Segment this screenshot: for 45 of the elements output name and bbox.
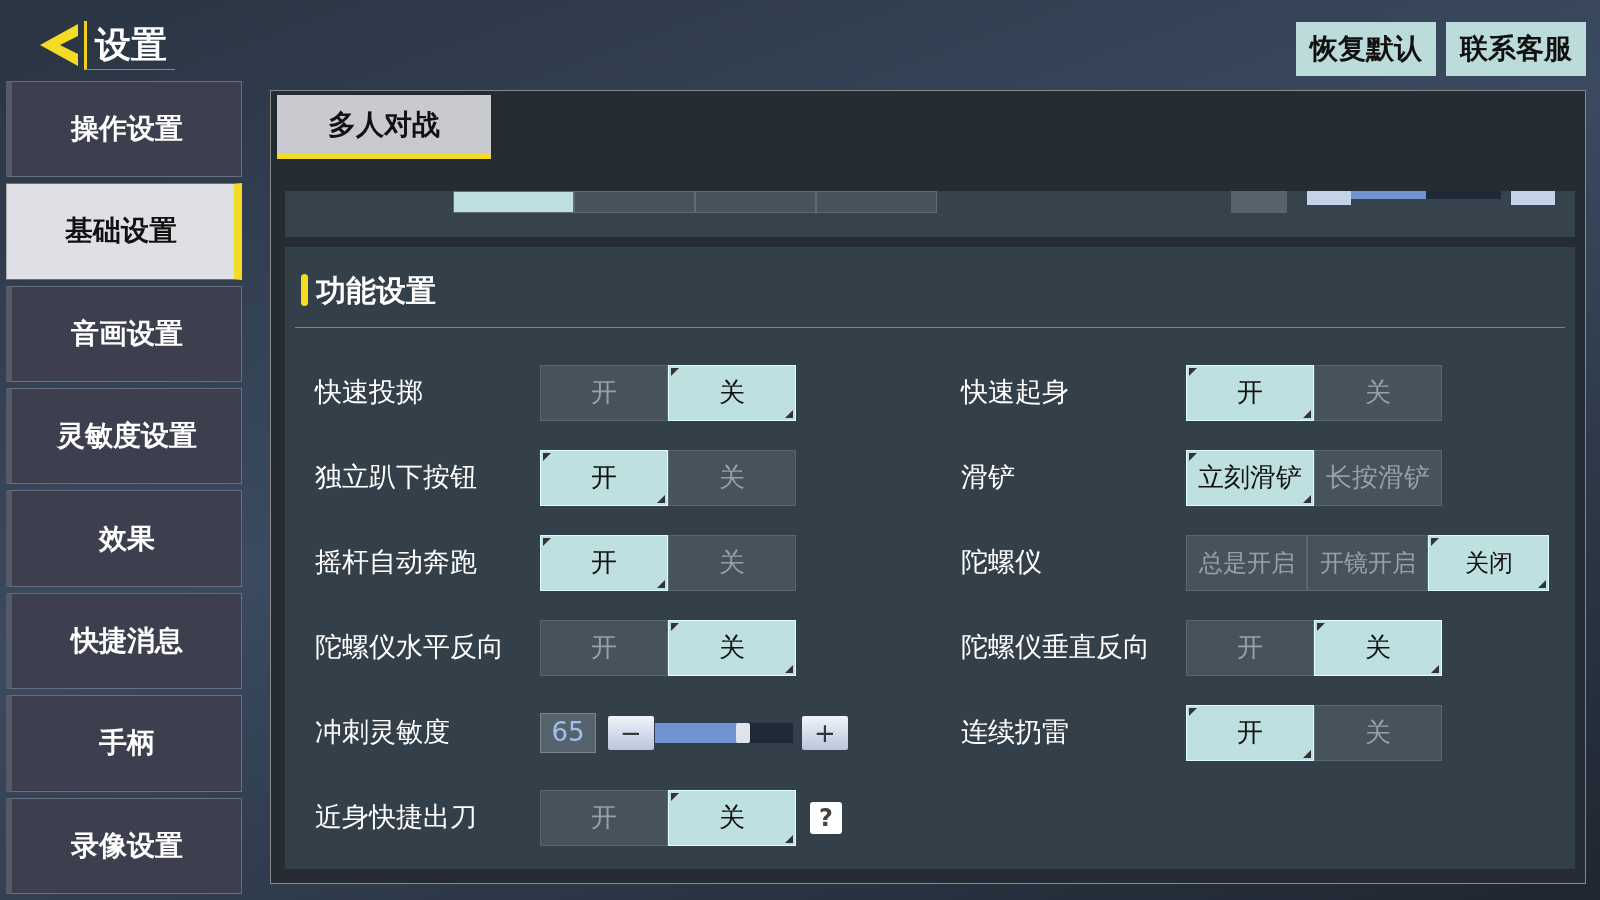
sidebar-item[interactable]: 灵敏度设置 [6, 388, 242, 485]
option-button[interactable]: 开 [540, 449, 668, 506]
sidebar-item[interactable]: 基础设置 [6, 183, 242, 280]
option-button[interactable]: 立刻滑铲 [1186, 449, 1314, 506]
setting-label: 陀螺仪垂直反向 [961, 630, 1151, 665]
value-box [1231, 191, 1287, 213]
setting-label: 快速投掷 [315, 375, 424, 410]
option-button[interactable]: 关 [668, 364, 796, 421]
sidebar-item[interactable]: 音画设置 [6, 285, 242, 382]
section-title: 功能设置 [316, 271, 436, 310]
option-button[interactable]: 关闭 [1428, 534, 1549, 591]
option-button[interactable]: 关 [668, 789, 796, 846]
minus-button[interactable]: − [608, 715, 654, 750]
option-button[interactable]: 关 [668, 619, 796, 676]
option-button[interactable] [453, 191, 574, 213]
tab[interactable]: 多人对战 [277, 95, 491, 159]
header-button[interactable]: 恢复默认 [1296, 22, 1436, 76]
help-button[interactable]: ? [810, 801, 842, 834]
sidebar-item[interactable]: 效果 [6, 490, 242, 587]
slider-track[interactable] [1351, 191, 1501, 199]
option-button[interactable]: 开 [1186, 364, 1314, 421]
setting-label: 陀螺仪 [961, 545, 1043, 580]
setting-label: 冲刺灵敏度 [315, 715, 451, 750]
setting-label: 近身快捷出刀 [315, 800, 478, 835]
sidebar-item[interactable]: 录像设置 [6, 797, 242, 895]
value-box: 65 [540, 712, 596, 753]
option-button[interactable]: 开 [1186, 704, 1314, 761]
setting-label: 连续扔雷 [961, 715, 1070, 750]
setting-label: 陀螺仪水平反向 [315, 630, 505, 665]
option-button[interactable]: 开 [540, 534, 668, 591]
sidebar-item[interactable]: 操作设置 [6, 80, 242, 178]
header-button[interactable]: 联系客服 [1446, 22, 1586, 76]
option-button[interactable]: 关 [1314, 619, 1442, 676]
slider-thumb[interactable] [736, 722, 751, 743]
setting-label: 滑铲 [961, 460, 1016, 495]
plus-button[interactable]: + [802, 715, 848, 750]
slider-track[interactable] [654, 721, 794, 744]
page-title: 设置 [84, 20, 175, 70]
back-icon[interactable] [38, 22, 80, 69]
setting-label: 独立趴下按钮 [315, 460, 478, 495]
accent-bar [301, 274, 308, 306]
setting-label: 摇杆自动奔跑 [315, 545, 478, 580]
setting-label: 快速起身 [961, 375, 1070, 410]
sidebar-item[interactable]: 手柄 [6, 695, 242, 792]
sidebar-item[interactable]: 快捷消息 [6, 592, 242, 690]
